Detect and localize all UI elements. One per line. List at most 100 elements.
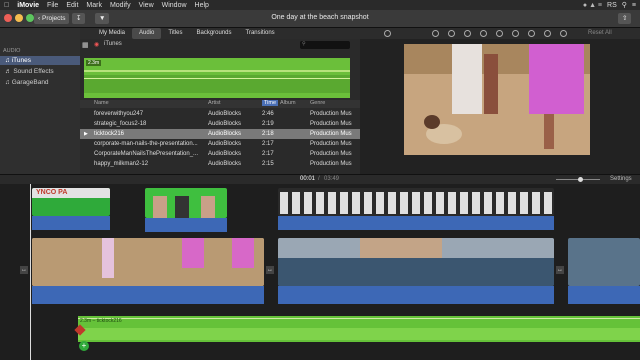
greenscreen-clip[interactable] [145, 188, 227, 218]
song-genre: Production Mus [310, 141, 352, 147]
tab-my-media[interactable]: My Media [92, 28, 132, 39]
animation-clip[interactable] [278, 188, 554, 216]
song-row[interactable]: strategic_focus2-18 AudioBlocks 2:19 Produc… [80, 119, 360, 129]
apple-icon[interactable]:  [0, 2, 13, 9]
sidebar-header: AUDIO [3, 48, 21, 54]
clip-filter-icon[interactable] [544, 30, 551, 37]
list-header: Name Artist Time Album Genre [80, 100, 360, 108]
noise-reduction-icon[interactable] [512, 30, 519, 37]
beach-audio-track[interactable] [32, 286, 264, 304]
audio-preview-waveform[interactable]: 2.3m [84, 58, 350, 98]
column-genre[interactable]: Genre [310, 100, 325, 106]
playhead[interactable] [30, 184, 31, 360]
status-icons[interactable]: ● ▲ ≡ [583, 2, 602, 9]
column-album[interactable]: Album [280, 100, 296, 106]
menu-window[interactable]: Window [158, 2, 191, 9]
water-audio-track[interactable] [278, 286, 554, 304]
search-input[interactable]: ⚲ [300, 41, 350, 49]
menu-help[interactable]: Help [191, 2, 213, 9]
itunes-bar: ▦ ◉ iTunes ⚲ [80, 39, 360, 50]
menu-edit[interactable]: Edit [62, 2, 82, 9]
color-correction-icon[interactable] [448, 30, 455, 37]
tab-transitions[interactable]: Transitions [239, 28, 282, 39]
column-time[interactable]: Time [262, 100, 279, 106]
transition-icon[interactable]: ↔ [556, 266, 564, 274]
song-row[interactable]: CorporateManNailsThePresentation_... Audi… [80, 149, 360, 159]
search-icon[interactable]: ⚲ [622, 1, 627, 9]
info-icon[interactable] [560, 30, 567, 37]
share-button[interactable]: ⇧ [618, 13, 632, 24]
title-audio-track[interactable] [32, 216, 110, 230]
stabilization-icon[interactable] [480, 30, 487, 37]
music-track[interactable]: 2.3m – ticktock216 [78, 316, 640, 342]
beach-scene-image [404, 44, 590, 155]
song-row[interactable]: ▶ ticktock216 AudioBlocks 2:18 Production Mu… [80, 129, 360, 139]
water-clip[interactable] [278, 238, 554, 286]
animation-frame [340, 192, 348, 214]
water-clip-2[interactable] [568, 238, 640, 286]
sidebar-item-sound-effects[interactable]: ♬ Sound Effects [0, 67, 80, 76]
animation-frame [328, 192, 336, 214]
animation-frame [376, 192, 384, 214]
menu-modify[interactable]: Modify [106, 2, 135, 9]
sidebar-item-label: Sound Effects [13, 68, 54, 75]
color-balance-icon[interactable] [432, 30, 439, 37]
water-thumbnails [278, 238, 554, 286]
title-clip[interactable]: YNCO PA [32, 188, 110, 216]
current-timecode: 00:01 [300, 176, 316, 182]
reset-all-button[interactable]: Reset All [588, 30, 612, 36]
menu-mark[interactable]: Mark [82, 2, 106, 9]
column-artist[interactable]: Artist [208, 100, 221, 106]
menu-view[interactable]: View [135, 2, 158, 9]
sidebar-toggle-icon[interactable]: ▦ [82, 41, 89, 49]
speed-icon[interactable] [528, 30, 535, 37]
water-audio-track-2[interactable] [568, 286, 640, 304]
animation-frame [460, 192, 468, 214]
animation-frame [316, 192, 324, 214]
song-artist: AudioBlocks [208, 161, 242, 167]
play-icon[interactable]: ▶ [84, 129, 88, 139]
song-name: CorporateManNailsThePresentation_... [94, 151, 199, 157]
song-row[interactable]: happy_milkman2-12 AudioBlocks 2:15 Producti… [80, 159, 360, 169]
song-row[interactable]: corporate-man-nails-the-presentation... A… [80, 139, 360, 149]
tab-backgrounds[interactable]: Backgrounds [190, 28, 239, 39]
greenscreen-audio-track[interactable] [145, 218, 227, 232]
tab-audio[interactable]: Audio [132, 28, 162, 39]
menu-app[interactable]: iMovie [13, 2, 43, 9]
song-artist: AudioBlocks [208, 141, 242, 147]
song-name: foreverwithyou247 [94, 111, 144, 117]
transition-icon[interactable]: ↔ [20, 266, 28, 274]
song-genre: Production Mus [310, 111, 352, 117]
source-selector[interactable]: iTunes [104, 41, 122, 47]
browser-tabs: My Media Audio Titles Backgrounds Transi… [80, 28, 360, 39]
menu-file[interactable]: File [43, 2, 62, 9]
sidebar-item-garageband[interactable]: ♫ GarageBand [0, 78, 80, 87]
video-preview[interactable] [404, 44, 590, 155]
timeline: YNCO PA ↔ ↔ ↔ 2.3m – ticktock216 + [0, 184, 640, 360]
tab-titles[interactable]: Titles [161, 28, 189, 39]
music-track-label: 2.3m – ticktock216 [80, 318, 122, 324]
greenscreen-thumbnails [153, 196, 215, 218]
volume-icon[interactable] [496, 30, 503, 37]
column-name[interactable]: Name [94, 100, 109, 106]
animation-frame [436, 192, 444, 214]
song-time: 2:46 [262, 111, 274, 117]
crop-icon[interactable] [464, 30, 471, 37]
viewer [360, 39, 640, 174]
window-title: One day at the beach snapshot [271, 14, 369, 21]
song-name: ticktock216 [94, 131, 125, 137]
menu-list-icon[interactable]: ≡ [632, 2, 636, 9]
settings-button[interactable]: Settings [610, 176, 632, 182]
song-genre: Production Mus [310, 121, 352, 127]
song-row[interactable]: foreverwithyou247 AudioBlocks 2:46 Producti… [80, 109, 360, 119]
add-icon: + [79, 341, 89, 351]
animation-frame [448, 192, 456, 214]
zoom-slider-knob[interactable] [578, 177, 583, 182]
magic-wand-icon[interactable] [384, 30, 391, 37]
beach-clip[interactable] [32, 238, 264, 286]
user-initials[interactable]: RS [607, 2, 617, 9]
transition-icon[interactable]: ↔ [266, 266, 274, 274]
library-sidebar: AUDIO ♫ iTunes ♬ Sound Effects ♫ GarageB… [0, 28, 80, 174]
sidebar-item-itunes[interactable]: ♫ iTunes [0, 56, 80, 65]
animation-audio-track[interactable] [278, 216, 554, 230]
